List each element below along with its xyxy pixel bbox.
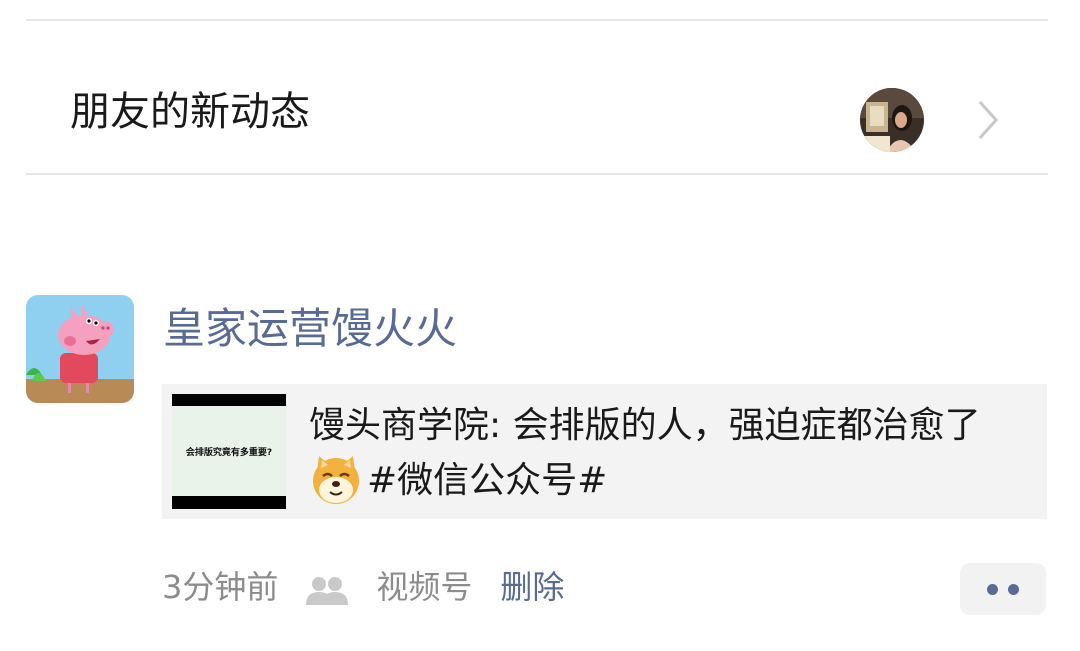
friend-avatar xyxy=(860,88,924,152)
channel-label[interactable]: 视频号 xyxy=(376,565,472,609)
top-divider xyxy=(26,19,1048,21)
friends-new-activity-title: 朋友的新动态 xyxy=(70,89,310,135)
article-title: 馒头商学院: 会排版的人，强迫症都治愈了 xyxy=(309,405,981,446)
more-dot-icon xyxy=(987,583,998,595)
hashtag[interactable]: #微信公众号# xyxy=(367,460,607,501)
post-meta: 3分钟前 视频号 删除 xyxy=(162,565,564,609)
post-time: 3分钟前 xyxy=(162,568,279,606)
delete-link[interactable]: 删除 xyxy=(500,565,564,609)
more-actions-button[interactable] xyxy=(960,563,1046,615)
shared-article-card[interactable]: 会排版究竟有多重要? 馒头商学院: 会排版的人，强迫症都治愈了 #微信公众号# xyxy=(162,384,1047,519)
thumbnail-caption: 会排版究竟有多重要? xyxy=(185,447,273,458)
users-icon[interactable] xyxy=(304,572,350,605)
more-dot-icon xyxy=(1008,583,1019,595)
friends-new-activity-row[interactable]: 朋友的新动态 xyxy=(0,22,1080,174)
author-name[interactable]: 皇家运营馒火火 xyxy=(163,304,457,354)
section-divider xyxy=(26,173,1048,175)
doge-emoji-icon xyxy=(309,452,363,506)
author-avatar[interactable] xyxy=(26,295,134,403)
shared-article-text: 馒头商学院: 会排版的人，强迫症都治愈了 #微信公众号# xyxy=(309,400,1039,507)
article-thumbnail: 会排版究竟有多重要? xyxy=(172,394,286,509)
chevron-right-icon xyxy=(974,98,1002,142)
article-tag-line: #微信公众号# xyxy=(309,452,1039,507)
